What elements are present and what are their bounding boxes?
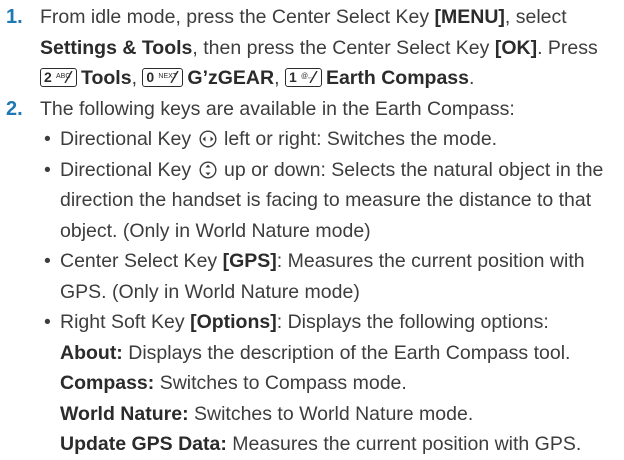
bullet: •	[44, 311, 51, 333]
key-0-icon: 0 NEXT	[142, 68, 184, 87]
step-text: , then press the Center Select Key	[192, 36, 495, 59]
up-down-directional-icon	[199, 160, 217, 179]
step-text: ,	[131, 67, 143, 89]
slash-icon	[64, 71, 73, 83]
item-text: left or right: Switches the mode.	[218, 128, 498, 150]
step-2: 2. The following keys are available in t…	[0, 94, 624, 460]
option-desc: Switches to World Nature mode.	[188, 402, 474, 425]
step-text: ,	[274, 67, 285, 89]
option-row: World Nature: Switches to World Nature m…	[60, 399, 624, 430]
item-text: : Measures the current position with	[276, 250, 585, 272]
item-text: up or down: Selects the natural object i…	[218, 158, 604, 181]
step-1-line-1: From idle mode, press the Center Select …	[40, 2, 624, 33]
option-label: Update GPS Data:	[60, 433, 227, 455]
step-1: 1. From idle mode, press the Center Sele…	[0, 2, 624, 94]
menu-key-label: [MENU]	[434, 6, 505, 28]
tools-label: Tools	[81, 67, 132, 89]
list-item: • Directional Key up or down: Selects th…	[40, 155, 624, 247]
key-number: 0	[146, 69, 155, 85]
option-row: About: Displays the description of the E…	[60, 338, 624, 369]
item-text: Center Select Key	[60, 250, 223, 272]
list-item: • Right Soft Key [Options]: Displays the…	[40, 307, 624, 460]
ok-key-label: [OK]	[494, 36, 538, 59]
option-desc: Switches to Compass mode.	[154, 372, 407, 394]
item-text: object. (Only in World Nature mode)	[60, 219, 371, 242]
step-text: . Press	[537, 36, 598, 59]
key-number: 1	[288, 69, 297, 85]
bullet: •	[44, 128, 51, 150]
option-desc: Displays the description of the Earth Co…	[122, 341, 571, 364]
settings-tools-label: Settings & Tools	[40, 36, 193, 59]
item-text: Right Soft Key	[60, 311, 191, 333]
step-text: .	[468, 67, 475, 89]
option-desc: Measures the current position with GPS.	[226, 433, 582, 455]
step-text: , select	[504, 6, 567, 28]
earth-compass-label: Earth Compass	[325, 67, 469, 89]
options-key-label: [Options]	[190, 311, 277, 333]
manual-page: 1. From idle mode, press the Center Sele…	[0, 0, 624, 458]
step-number: 1.	[6, 6, 23, 28]
option-label: About:	[60, 341, 123, 364]
option-row: Compass: Switches to Compass mode.	[60, 368, 624, 399]
left-right-directional-icon	[199, 130, 217, 148]
key-1-icon: 1 @,.	[284, 68, 322, 87]
list-item: • Center Select Key [GPS]: Measures the …	[40, 246, 624, 307]
item-text: : Displays the following options:	[276, 311, 549, 333]
gzgear-label: G’zGEAR	[187, 67, 275, 89]
item-text: GPS. (Only in World Nature mode)	[60, 280, 360, 303]
step-number: 2.	[6, 97, 23, 120]
step-text: From idle mode, press the Center Select …	[40, 6, 435, 28]
key-number: 2	[44, 69, 52, 85]
step-1-line-2: Settings & Tools, then press the Center …	[40, 33, 624, 64]
item-text: Directional Key	[60, 158, 197, 181]
list-item: • Directional Key left or right: Switche…	[40, 124, 624, 155]
key-2-icon: 2 ABC	[40, 68, 77, 87]
item-text: Directional Key	[60, 128, 197, 150]
step-2-intro: The following keys are available in the …	[40, 97, 515, 120]
option-label: World Nature:	[60, 402, 189, 425]
slash-icon	[309, 71, 318, 83]
gps-key-label: [GPS]	[222, 250, 277, 272]
item-text: direction the handset is facing to measu…	[60, 189, 592, 211]
slash-icon	[170, 71, 180, 83]
bullet: •	[44, 250, 51, 272]
option-row: Update GPS Data: Measures the current po…	[60, 429, 624, 460]
bullet: •	[44, 158, 51, 181]
step-1-line-3: 2 ABC Tools, 0 NEXT G’zGEAR, 1 @,. Earth…	[40, 63, 624, 94]
option-label: Compass:	[60, 372, 155, 394]
